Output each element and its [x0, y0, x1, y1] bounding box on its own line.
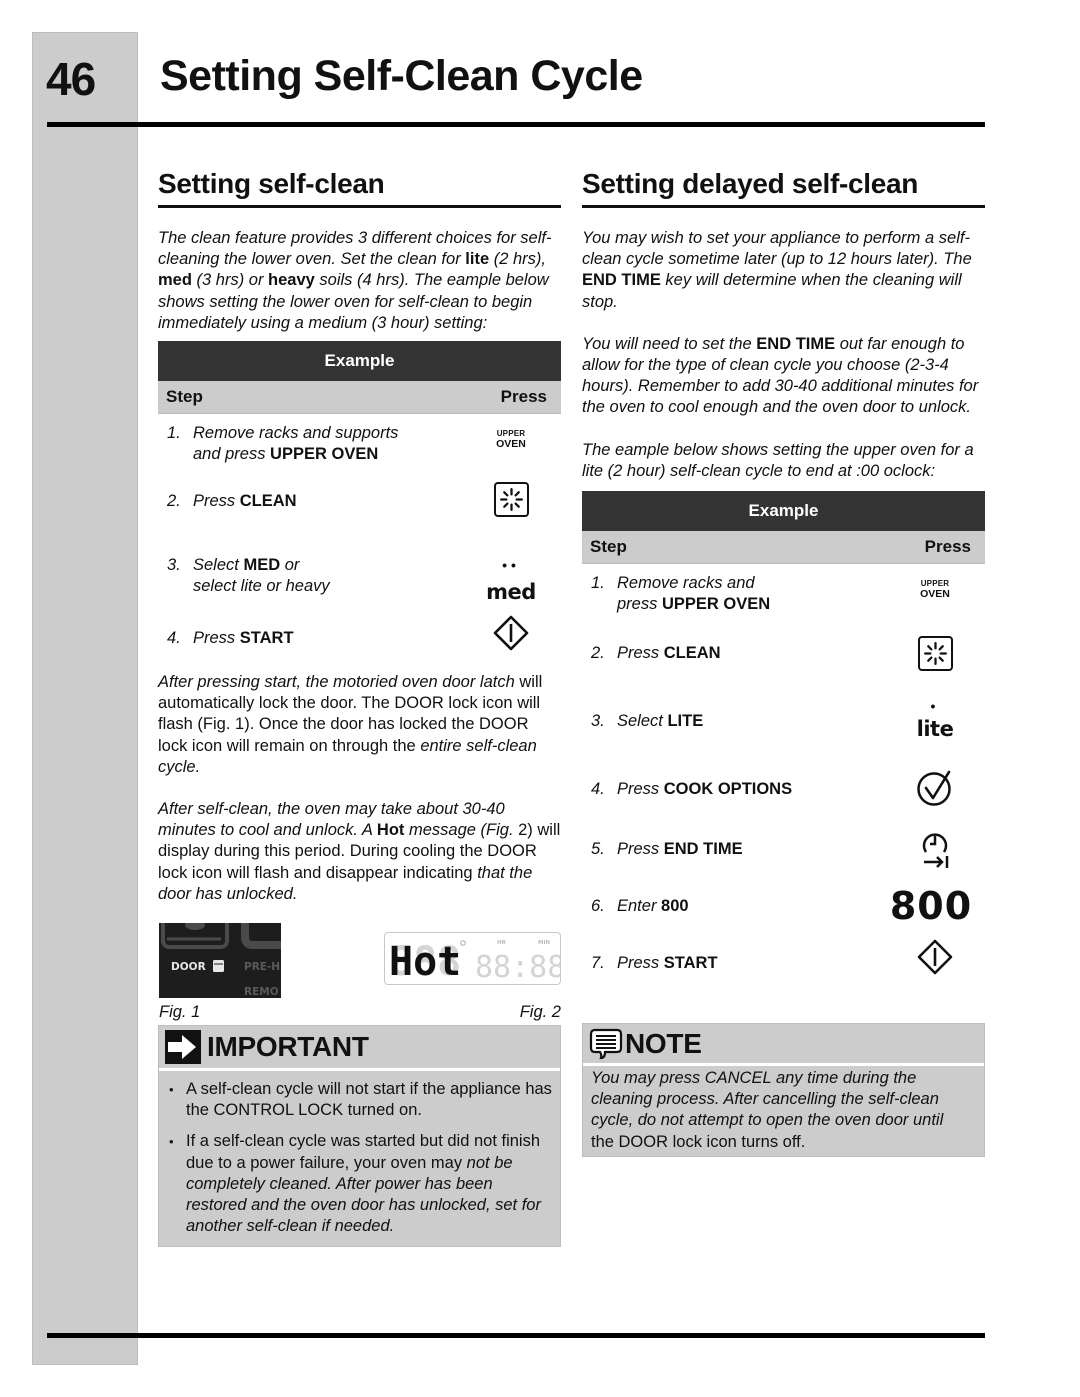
fig2-hot-display: 888 Hot HR MIN 88:88 — [384, 932, 565, 986]
intro-paragraph: The clean feature provides 3 different c… — [158, 229, 552, 332]
svg-text:Hot: Hot — [389, 939, 461, 984]
delayed-intro-paragraph: You may wish to set your appliance to pe… — [582, 229, 972, 311]
number-entry-800[interactable]: 800 — [889, 884, 973, 929]
end-time-icon — [922, 833, 949, 869]
important-title: IMPORTANT — [207, 1031, 369, 1063]
fig1-caption: Fig. 1 — [159, 1003, 201, 1022]
svg-text:MIN: MIN — [538, 940, 551, 946]
upper-oven-key[interactable]: UPPER OVEN — [905, 580, 965, 600]
step-column-header: Step — [166, 387, 203, 407]
start-key[interactable] — [905, 939, 965, 975]
note-speech-bubble-icon — [589, 1028, 623, 1059]
clean-icon — [493, 482, 529, 518]
note-header: NOTE — [583, 1024, 984, 1067]
example-intro-paragraph: The eample below shows setting the upper… — [582, 440, 974, 480]
example-title: Example — [582, 491, 985, 532]
upper-oven-key[interactable]: UPPER OVEN — [481, 430, 541, 450]
example-header: Step Press — [158, 381, 561, 415]
footer-rule — [47, 1333, 985, 1338]
right-column: Setting delayed self-clean You may wish … — [582, 168, 985, 1157]
important-header: IMPORTANT — [159, 1026, 560, 1072]
table-row: 4. Press START — [158, 615, 561, 672]
lite-key[interactable]: • lite — [905, 699, 965, 740]
page-number: 46 — [46, 53, 96, 105]
table-row: 5. Press END TIME — [582, 832, 985, 890]
important-bullet: • If a self-clean cycle was started but … — [169, 1132, 541, 1236]
arrow-right-icon — [165, 1030, 201, 1065]
header-rule — [47, 122, 985, 127]
lite-label: lite — [916, 717, 954, 742]
note-body: You may press CANCEL any time during the… — [591, 1069, 944, 1151]
table-row: 1. Remove racks and supports and press UP… — [158, 414, 561, 488]
step-number: 3. — [591, 712, 605, 731]
important-bullet: • A self-clean cycle will not start if t… — [169, 1080, 552, 1120]
example-table-delayed: Example Step Press 1. Remove racks and pr… — [582, 491, 985, 991]
door-lock-panel-graphic: DOOR PRE-H REMO — [161, 923, 281, 998]
table-row: 7. Press START — [582, 939, 985, 991]
step-number: 4. — [591, 780, 605, 799]
section-heading-delayed-self-clean: Setting delayed self-clean — [582, 168, 985, 208]
press-column-header: Press — [924, 537, 971, 557]
med-key[interactable]: •• med — [481, 558, 541, 603]
entry-value: 800 — [889, 884, 973, 929]
clean-key[interactable] — [481, 482, 541, 518]
step-number: 4. — [167, 629, 181, 648]
step-number: 2. — [591, 644, 605, 663]
svg-text:DOOR: DOOR — [171, 961, 206, 973]
section-heading-self-clean: Setting self-clean — [158, 168, 561, 208]
page-side-tab — [32, 32, 138, 1365]
note-title: NOTE — [625, 1027, 702, 1059]
table-row: 3. Select LITE • lite — [582, 699, 985, 772]
cooling-paragraph: After self-clean, the oven may take abou… — [158, 800, 561, 903]
level-dots: • — [930, 698, 940, 715]
note-callout: NOTE You may press CANCEL any time durin… — [582, 1023, 985, 1157]
check-circle-icon — [917, 770, 951, 806]
table-row: 2. Press CLEAN — [582, 636, 985, 704]
example-header: Step Press — [582, 531, 985, 565]
med-label: med — [486, 580, 536, 605]
start-icon — [917, 939, 953, 975]
table-row: 4. Press COOK OPTIONS — [582, 769, 985, 832]
left-column: Setting self-clean The clean feature pro… — [158, 168, 565, 1248]
svg-text:HR: HR — [497, 940, 507, 946]
clean-icon — [917, 636, 953, 672]
svg-text:REMO: REMO — [244, 986, 279, 998]
fig1-door-lock-display: DOOR PRE-H REMO — [159, 923, 281, 999]
example-title: Example — [158, 341, 561, 382]
svg-text:88:88: 88:88 — [475, 950, 560, 984]
step-number: 7. — [591, 954, 605, 973]
step-number: 5. — [591, 840, 605, 859]
table-row: 2. Press CLEAN — [158, 482, 561, 548]
level-dots: •• — [502, 557, 520, 574]
start-key[interactable] — [481, 615, 541, 651]
svg-text:PRE-H: PRE-H — [244, 961, 280, 973]
example-table-self-clean: Example Step Press 1. Remove racks and s… — [158, 341, 561, 672]
end-time-key[interactable] — [905, 830, 965, 870]
step-number: 1. — [167, 424, 181, 443]
table-row: 1. Remove racks and press UPPER OVEN UPPE… — [582, 564, 985, 636]
end-time-paragraph: You will need to set the END TIME out fa… — [582, 334, 979, 417]
page-title: Setting Self-Clean Cycle — [160, 52, 643, 100]
start-icon — [493, 615, 529, 651]
figures: DOOR PRE-H REMO 888 Hot HR MIN 88:88 Fig… — [158, 923, 565, 1023]
press-column-header: Press — [500, 387, 547, 407]
step-number: 6. — [591, 897, 605, 916]
important-body: • A self-clean cycle will not start if t… — [159, 1071, 560, 1246]
important-callout: IMPORTANT • A self-clean cycle will not … — [158, 1025, 561, 1248]
step-number: 3. — [167, 556, 181, 575]
step-number: 1. — [591, 574, 605, 593]
step-column-header: Step — [590, 537, 627, 557]
hot-lcd-graphic: 888 Hot HR MIN 88:88 — [389, 939, 565, 985]
cook-options-key[interactable] — [905, 769, 965, 807]
clean-key[interactable] — [905, 636, 965, 672]
step-number: 2. — [167, 492, 181, 511]
fig2-caption: Fig. 2 — [519, 1003, 561, 1022]
door-lock-paragraph: After pressing start, the motoried oven … — [158, 673, 543, 776]
